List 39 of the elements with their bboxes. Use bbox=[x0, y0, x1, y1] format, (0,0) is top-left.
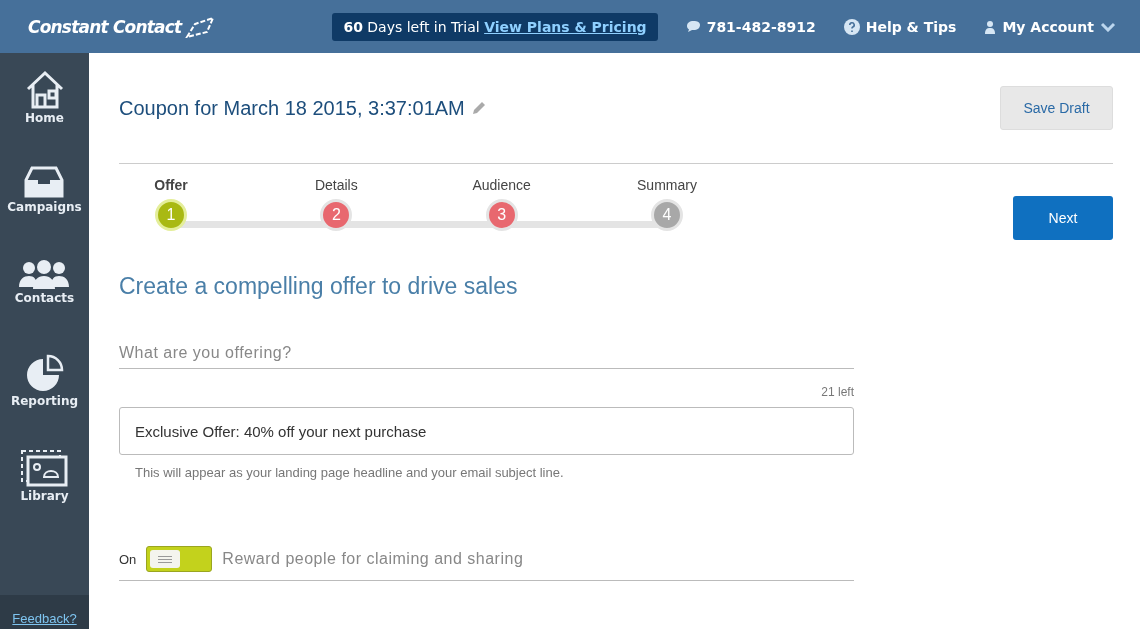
view-plans-link[interactable]: View Plans & Pricing bbox=[484, 18, 647, 35]
inbox-icon bbox=[24, 164, 65, 198]
logo[interactable]: Constant Contact bbox=[28, 16, 182, 37]
chevron-down-icon bbox=[1100, 21, 1116, 32]
feedback-link[interactable]: Feedback? bbox=[12, 611, 77, 626]
people-icon bbox=[19, 259, 70, 289]
toggle-state-label: On bbox=[119, 551, 137, 567]
nav-item[interactable]: Contacts bbox=[14, 259, 75, 338]
pie-chart-icon bbox=[25, 354, 64, 392]
step-number[interactable]: 2 bbox=[320, 198, 353, 231]
section-heading: Create a compelling offer to drive sales bbox=[119, 273, 519, 300]
nav-item[interactable]: Home bbox=[24, 69, 65, 148]
page-title: Coupon for March 18 2015, 3:37:01AM bbox=[119, 96, 465, 120]
nav-item[interactable]: Reporting bbox=[10, 354, 79, 433]
step-label: Audience bbox=[472, 176, 531, 193]
nav-item[interactable]: Campaigns bbox=[7, 164, 82, 243]
character-counter: 21 left bbox=[821, 385, 854, 399]
field-hint: This will appear as your landing page headline and your email subject line. bbox=[135, 465, 565, 480]
chat-bubble-icon bbox=[685, 20, 701, 33]
account-menu[interactable]: My Account bbox=[1002, 18, 1094, 35]
step-label: Details bbox=[314, 176, 358, 193]
help-link[interactable]: Help & Tips bbox=[865, 18, 957, 35]
step-label: Summary bbox=[637, 176, 697, 193]
field-label: What are you offering? bbox=[119, 344, 854, 369]
help-icon bbox=[843, 18, 860, 35]
reward-label: Reward people for claiming and sharing bbox=[222, 550, 524, 568]
image-library-icon bbox=[20, 449, 69, 487]
nav-item[interactable]: Library bbox=[20, 449, 69, 528]
user-icon bbox=[984, 19, 997, 34]
save-draft-button[interactable]: Save Draft bbox=[1000, 86, 1113, 130]
offer-input-field[interactable]: Exclusive Offer: 40% off your next purchase bbox=[119, 407, 854, 455]
step-label: Offer bbox=[154, 176, 188, 193]
house-icon bbox=[24, 69, 65, 109]
pencil-icon[interactable] bbox=[470, 100, 487, 116]
step-number[interactable]: 3 bbox=[485, 198, 518, 231]
trial-banner: 60 Days left in Trial View Plans & Pricing bbox=[332, 12, 658, 41]
phone-number[interactable]: 781-482-8912 bbox=[706, 18, 816, 35]
next-button[interactable]: Next bbox=[1013, 195, 1113, 240]
reward-toggle[interactable] bbox=[146, 546, 213, 572]
